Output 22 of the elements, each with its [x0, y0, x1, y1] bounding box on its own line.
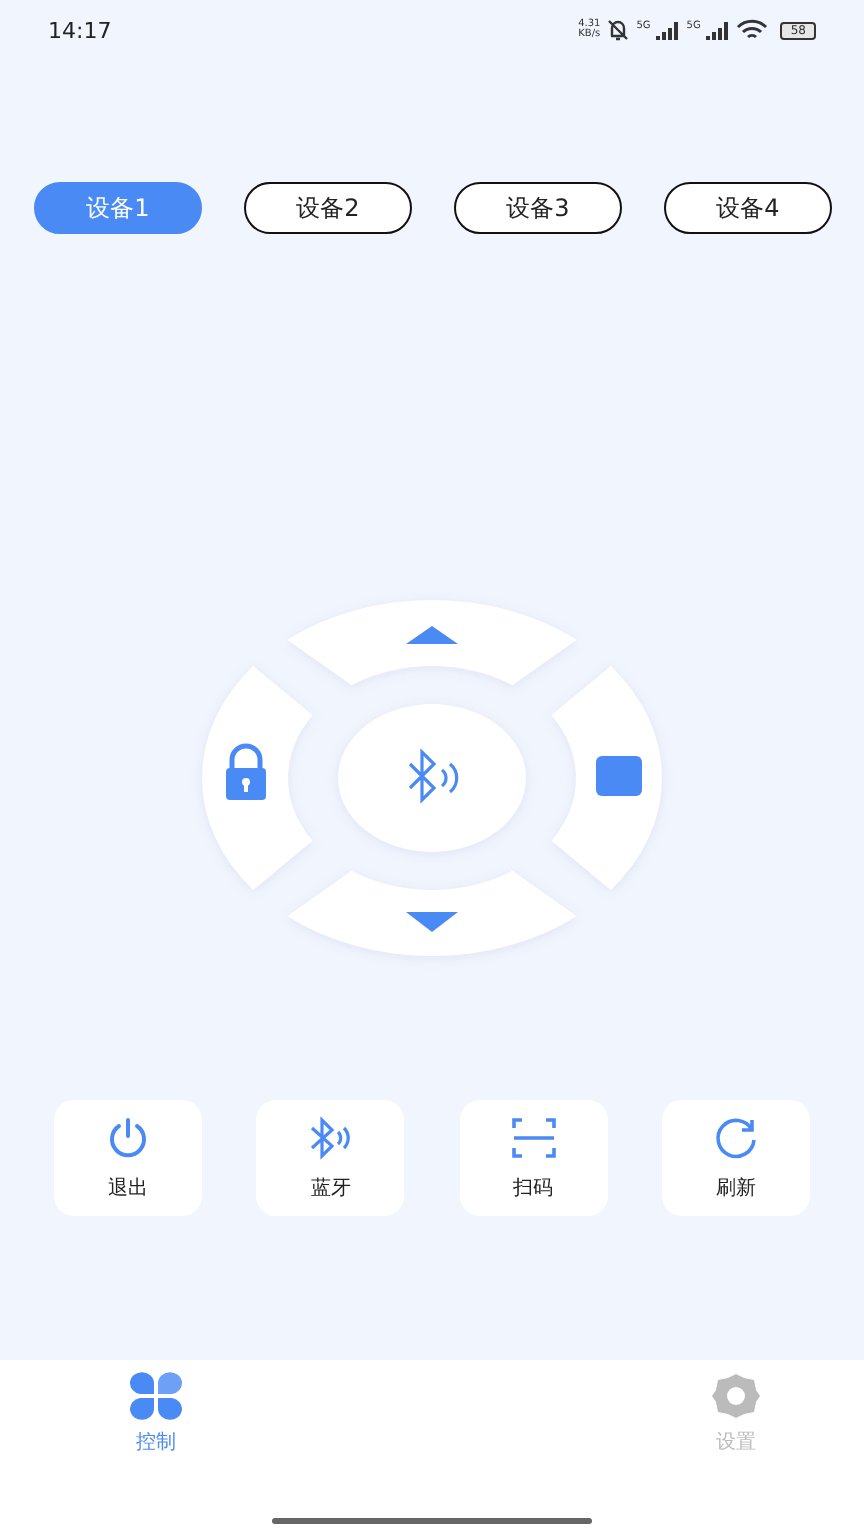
device-tab[interactable]: 设备2	[244, 182, 412, 234]
signal-icon	[706, 21, 731, 39]
device-tab[interactable]: 设备3	[454, 182, 622, 234]
lock-button[interactable]	[202, 666, 313, 890]
clover-icon	[128, 1372, 184, 1420]
device-tab[interactable]: 设备4	[664, 182, 832, 234]
stop-button[interactable]	[551, 666, 662, 890]
action-button[interactable]: 刷新	[661, 1100, 810, 1216]
action-button[interactable]: 扫码	[459, 1100, 608, 1216]
bluetooth-icon	[306, 1114, 355, 1162]
signal-icon	[656, 21, 681, 39]
refresh-icon	[711, 1114, 760, 1162]
power-icon	[104, 1114, 152, 1162]
gear-icon	[708, 1372, 764, 1420]
scan-icon	[509, 1114, 558, 1162]
action-button[interactable]: 退出	[54, 1100, 202, 1216]
action-button[interactable]: 蓝牙	[256, 1100, 405, 1216]
muted-bell-icon	[606, 18, 631, 42]
wifi-icon	[736, 18, 769, 42]
bluetooth-button[interactable]	[338, 704, 526, 852]
status-time: 14:17	[48, 17, 112, 43]
down-button[interactable]	[287, 870, 577, 956]
